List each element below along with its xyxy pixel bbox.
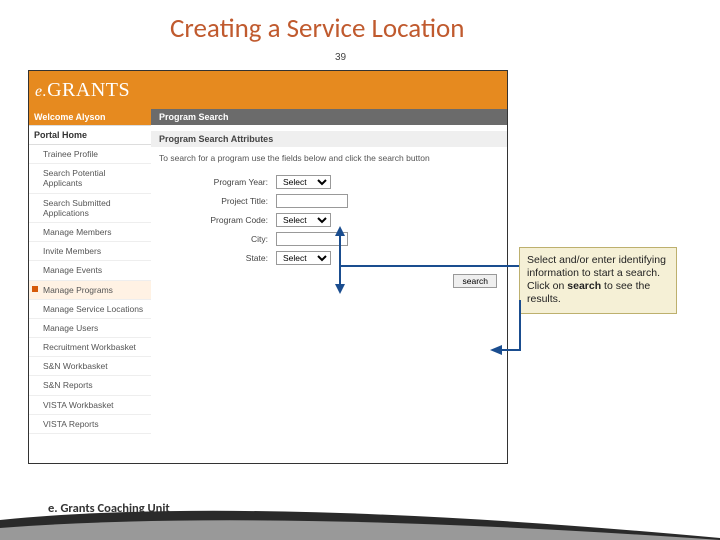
select-program-code[interactable]: Select [276, 213, 331, 227]
label-city: City: [181, 234, 276, 244]
sidebar-item-search-potential[interactable]: Search Potential Applicants [29, 164, 151, 193]
sidebar-item-manage-events[interactable]: Manage Events [29, 261, 151, 280]
sidebar-item-vista-workbasket[interactable]: VISTA Workbasket [29, 396, 151, 415]
input-project-title[interactable] [276, 194, 348, 208]
sidebar-item-search-submitted[interactable]: Search Submitted Applications [29, 194, 151, 223]
logo-brand: GRANTS [47, 79, 130, 101]
sidebar-item-manage-programs[interactable]: Manage Programs [29, 281, 151, 300]
sidebar-item-recruitment-workbasket[interactable]: Recruitment Workbasket [29, 338, 151, 357]
input-city[interactable] [276, 232, 348, 246]
search-form: Program Year: Select Project Title: Prog… [181, 175, 507, 265]
welcome-label: Welcome Alyson [29, 109, 151, 125]
main-header: Program Search [151, 109, 507, 125]
label-program-year: Program Year: [181, 177, 276, 187]
sidebar-item-sn-reports[interactable]: S&N Reports [29, 376, 151, 395]
slide-title: Creating a Service Location [170, 12, 464, 45]
callout-box: Select and/or enter identifying informat… [519, 247, 677, 314]
app-window: e.GRANTS Welcome Alyson Portal Home Trai… [28, 70, 508, 464]
sidebar-item-manage-members[interactable]: Manage Members [29, 223, 151, 242]
main-panel: Program Search Program Search Attributes… [151, 109, 507, 434]
slide-number: 39 [335, 52, 346, 63]
sidebar-item-invite-members[interactable]: Invite Members [29, 242, 151, 261]
slide-footer: e. Grants Coaching Unit [48, 501, 170, 516]
app-header: e.GRANTS [29, 71, 507, 109]
app-logo: e.GRANTS [35, 79, 130, 102]
select-state[interactable]: Select [276, 251, 331, 265]
label-program-code: Program Code: [181, 215, 276, 225]
search-button[interactable]: search [453, 274, 497, 288]
sidebar-item-trainee-profile[interactable]: Trainee Profile [29, 145, 151, 164]
sidebar: Welcome Alyson Portal Home Trainee Profi… [29, 109, 151, 434]
label-project-title: Project Title: [181, 196, 276, 206]
section-title: Program Search Attributes [151, 131, 507, 147]
sidebar-item-manage-users[interactable]: Manage Users [29, 319, 151, 338]
select-program-year[interactable]: Select [276, 175, 331, 189]
instruction-text: To search for a program use the fields b… [151, 147, 507, 169]
sidebar-item-sn-workbasket[interactable]: S&N Workbasket [29, 357, 151, 376]
callout-bold: search [567, 280, 601, 292]
label-state: State: [181, 253, 276, 263]
logo-e: e. [35, 83, 47, 100]
sidebar-item-vista-reports[interactable]: VISTA Reports [29, 415, 151, 434]
sidebar-portal-home[interactable]: Portal Home [29, 125, 151, 145]
sidebar-item-manage-service-locations[interactable]: Manage Service Locations [29, 300, 151, 319]
